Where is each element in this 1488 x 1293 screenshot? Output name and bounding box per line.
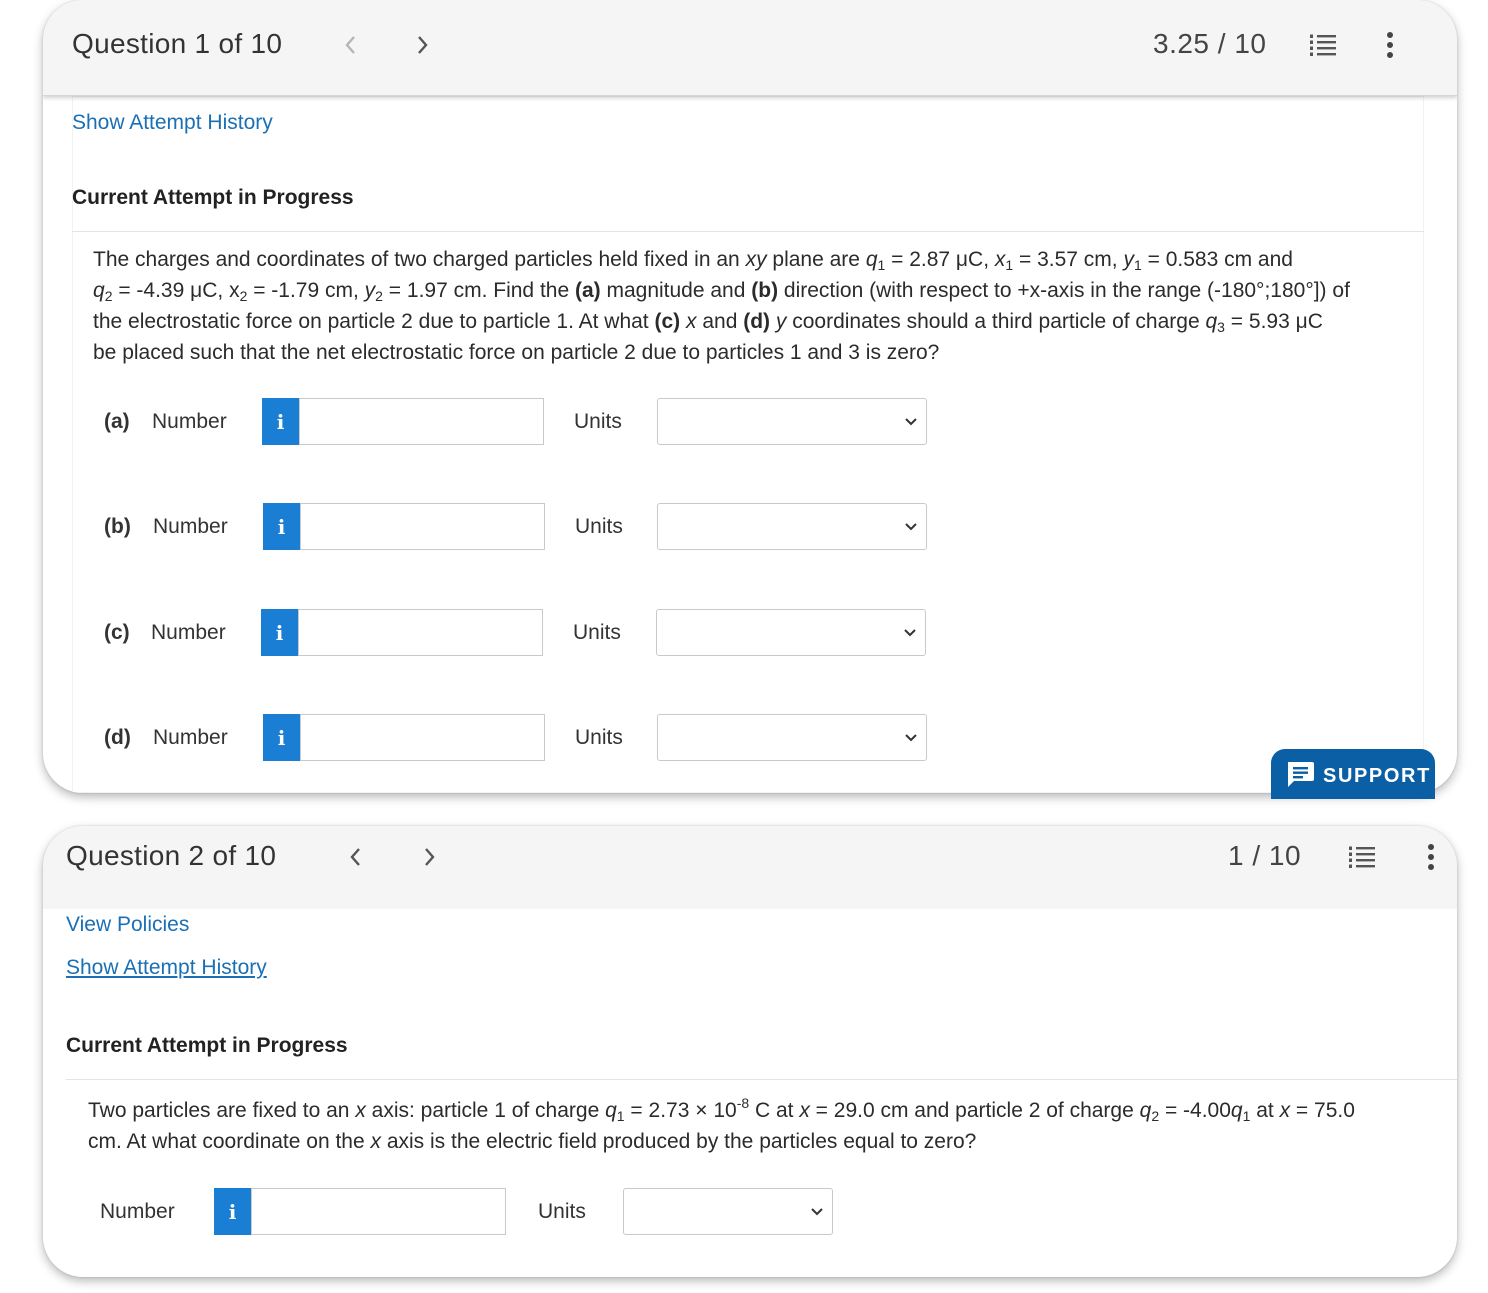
chevron-down-icon: [905, 734, 917, 742]
view-policies-link[interactable]: View Policies: [66, 913, 189, 937]
number-input-a[interactable]: [299, 398, 544, 445]
units-label: Units: [575, 726, 623, 749]
part-label: (a): [104, 410, 130, 433]
chevron-right-icon: [425, 848, 435, 866]
info-icon[interactable]: i: [214, 1188, 251, 1235]
answer-row-a: (a) Number i Units: [104, 398, 1004, 446]
chevron-left-icon: [345, 36, 355, 54]
chevron-down-icon: [811, 1208, 823, 1216]
more-options-button[interactable]: [1372, 27, 1408, 63]
current-attempt-heading: Current Attempt in Progress: [72, 186, 354, 209]
part-label: (c): [104, 621, 130, 644]
question-2-text: Two particles are fixed to an x axis: pa…: [88, 1095, 1355, 1153]
previous-question-button[interactable]: [334, 29, 366, 61]
more-vert-icon: [1428, 844, 1434, 870]
units-label: Units: [573, 621, 621, 644]
answer-row-d: (d) Number i Units: [104, 714, 1004, 762]
list-icon: [1310, 34, 1336, 56]
chevron-down-icon: [905, 523, 917, 531]
units-select[interactable]: [623, 1188, 833, 1235]
question-2-header: Question 2 of 10 1 / 10: [43, 826, 1457, 909]
question-1-score: 3.25 / 10: [1153, 28, 1267, 59]
question-2-card: Question 2 of 10 1 / 10 View Policies Sh…: [43, 826, 1457, 1277]
question-1-card: Question 1 of 10 3.25 / 10 Show Attempt …: [43, 0, 1457, 793]
chat-icon: [1288, 762, 1314, 787]
units-label: Units: [574, 410, 622, 433]
question-1-title: Question 1 of 10: [72, 28, 283, 59]
chevron-left-icon: [350, 848, 360, 866]
show-attempt-history-link[interactable]: Show Attempt History: [72, 111, 273, 135]
chevron-right-icon: [418, 36, 428, 54]
units-label: Units: [575, 515, 623, 538]
number-label: Number: [153, 515, 228, 538]
more-vert-icon: [1387, 32, 1393, 58]
question-1-header: Question 1 of 10 3.25 / 10: [43, 0, 1457, 96]
number-label: Number: [151, 621, 226, 644]
question-2-title: Question 2 of 10: [66, 840, 277, 871]
show-attempt-history-link[interactable]: Show Attempt History: [66, 956, 267, 980]
number-label: Number: [152, 410, 227, 433]
part-label: (b): [104, 515, 131, 538]
next-question-button[interactable]: [414, 841, 446, 873]
question-list-button[interactable]: [1304, 27, 1340, 63]
previous-question-button[interactable]: [339, 841, 371, 873]
list-icon: [1349, 846, 1375, 868]
units-select-c[interactable]: [656, 609, 926, 656]
part-label: (d): [104, 726, 131, 749]
units-label: Units: [538, 1200, 586, 1223]
number-label: Number: [100, 1200, 175, 1223]
question-list-button[interactable]: [1343, 839, 1379, 875]
info-icon[interactable]: i: [263, 714, 300, 761]
info-icon[interactable]: i: [263, 503, 300, 550]
number-input-d[interactable]: [300, 714, 545, 761]
units-select-d[interactable]: [657, 714, 927, 761]
chevron-down-icon: [905, 418, 917, 426]
support-label: SUPPORT: [1323, 764, 1431, 787]
more-options-button[interactable]: [1413, 839, 1449, 875]
next-question-button[interactable]: [407, 29, 439, 61]
divider: [72, 231, 1424, 232]
info-icon[interactable]: i: [262, 398, 299, 445]
number-label: Number: [153, 726, 228, 749]
units-select-b[interactable]: [657, 503, 927, 550]
question-1-text: The charges and coordinates of two charg…: [93, 248, 1350, 364]
info-icon[interactable]: i: [261, 609, 298, 656]
answer-row: Number i Units: [100, 1188, 900, 1236]
number-input[interactable]: [251, 1188, 506, 1235]
answer-row-b: (b) Number i Units: [104, 503, 1004, 551]
number-input-c[interactable]: [298, 609, 543, 656]
number-input-b[interactable]: [300, 503, 545, 550]
question-2-score: 1 / 10: [1228, 840, 1302, 871]
units-select-a[interactable]: [657, 398, 927, 445]
chevron-down-icon: [904, 629, 916, 637]
divider: [66, 1079, 1457, 1080]
current-attempt-heading: Current Attempt in Progress: [66, 1034, 348, 1057]
answer-row-c: (c) Number i Units: [104, 609, 1004, 657]
support-button[interactable]: SUPPORT: [1271, 749, 1435, 799]
